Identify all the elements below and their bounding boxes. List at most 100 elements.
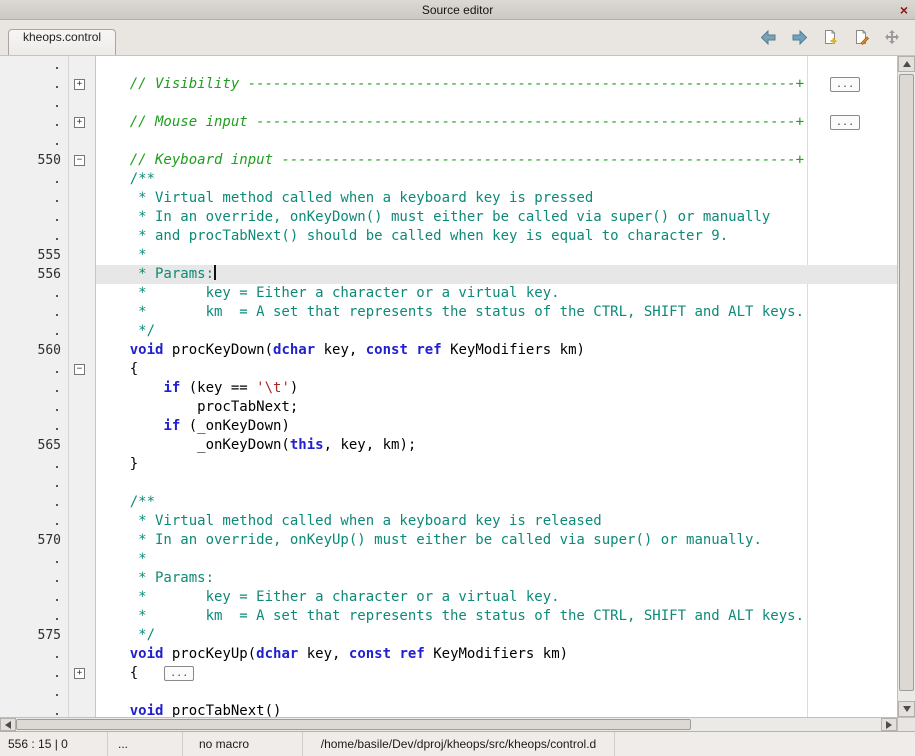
code-text[interactable]: * key = Either a character or a virtual … xyxy=(96,588,897,607)
fold-margin[interactable] xyxy=(68,265,96,284)
code-line[interactable]: .+ // Visibility -----------------------… xyxy=(0,75,897,94)
code-text[interactable] xyxy=(96,56,897,75)
code-line[interactable]: . */ xyxy=(0,322,897,341)
fold-margin[interactable] xyxy=(68,56,96,75)
fold-margin[interactable] xyxy=(68,417,96,436)
code-line[interactable]: .+ {... xyxy=(0,664,897,683)
code-line[interactable]: . xyxy=(0,683,897,702)
fold-margin[interactable] xyxy=(68,607,96,626)
fold-margin[interactable] xyxy=(68,303,96,322)
fold-ellipsis-badge[interactable]: ... xyxy=(164,666,194,681)
code-text[interactable]: * In an override, onKeyDown() must eithe… xyxy=(96,208,897,227)
tab-kheops-control[interactable]: kheops.control xyxy=(8,29,116,55)
code-line[interactable]: . xyxy=(0,474,897,493)
code-line[interactable]: . xyxy=(0,56,897,75)
code-line[interactable]: . void procKeyUp(dchar key, const ref Ke… xyxy=(0,645,897,664)
fold-margin[interactable] xyxy=(68,626,96,645)
code-line[interactable]: . * km = A set that represents the statu… xyxy=(0,303,897,322)
fold-margin[interactable] xyxy=(68,94,96,113)
fold-margin[interactable] xyxy=(68,550,96,569)
fold-margin[interactable] xyxy=(68,341,96,360)
fold-margin[interactable] xyxy=(68,645,96,664)
fold-toggle-icon[interactable]: − xyxy=(74,364,85,375)
code-text[interactable]: * Virtual method called when a keyboard … xyxy=(96,189,897,208)
document-edit-button[interactable] xyxy=(850,26,872,48)
code-text[interactable]: * Params: xyxy=(96,569,897,588)
fold-toggle-icon[interactable]: + xyxy=(74,117,85,128)
fold-ellipsis-badge[interactable]: ... xyxy=(830,77,860,92)
code-line[interactable]: 565 _onKeyDown(this, key, km); xyxy=(0,436,897,455)
vertical-scrollbar[interactable] xyxy=(897,56,915,717)
code-text[interactable] xyxy=(96,683,897,702)
code-line[interactable]: . if (_onKeyDown) xyxy=(0,417,897,436)
code-line[interactable]: . /** xyxy=(0,493,897,512)
code-text[interactable]: * km = A set that represents the status … xyxy=(96,607,897,626)
fold-margin[interactable] xyxy=(68,379,96,398)
horizontal-scroll-thumb[interactable] xyxy=(16,719,691,730)
scroll-down-button[interactable] xyxy=(898,701,915,717)
fold-margin[interactable] xyxy=(68,531,96,550)
code-line[interactable]: . void procTabNext() xyxy=(0,702,897,717)
scroll-left-button[interactable] xyxy=(0,718,16,731)
code-line[interactable]: . /** xyxy=(0,170,897,189)
fold-ellipsis-badge[interactable]: ... xyxy=(830,115,860,130)
fold-margin[interactable] xyxy=(68,493,96,512)
fold-margin[interactable]: − xyxy=(68,151,96,170)
code-text[interactable]: */ xyxy=(96,322,897,341)
code-text[interactable]: * key = Either a character or a virtual … xyxy=(96,284,897,303)
fold-margin[interactable] xyxy=(68,474,96,493)
fold-margin[interactable] xyxy=(68,132,96,151)
fold-margin[interactable]: + xyxy=(68,75,96,94)
code-line[interactable]: .− { xyxy=(0,360,897,379)
fold-margin[interactable]: + xyxy=(68,664,96,683)
code-text[interactable]: /** xyxy=(96,493,897,512)
code-line[interactable]: .+ // Mouse input ----------------------… xyxy=(0,113,897,132)
code-line[interactable]: 570 * In an override, onKeyUp() must eit… xyxy=(0,531,897,550)
fold-margin[interactable]: − xyxy=(68,360,96,379)
fold-margin[interactable] xyxy=(68,208,96,227)
fold-margin[interactable] xyxy=(68,227,96,246)
detach-button[interactable] xyxy=(881,26,903,48)
vertical-scroll-track[interactable] xyxy=(898,72,915,701)
code-line[interactable]: . * key = Either a character or a virtua… xyxy=(0,588,897,607)
scroll-right-button[interactable] xyxy=(881,718,897,731)
code-line[interactable]: . * xyxy=(0,550,897,569)
fold-margin[interactable] xyxy=(68,170,96,189)
fold-margin[interactable] xyxy=(68,398,96,417)
code-line[interactable]: . * key = Either a character or a virtua… xyxy=(0,284,897,303)
code-line[interactable]: . * Virtual method called when a keyboar… xyxy=(0,189,897,208)
fold-toggle-icon[interactable]: + xyxy=(74,79,85,90)
horizontal-scroll-track[interactable] xyxy=(16,718,881,731)
code-text[interactable]: * km = A set that represents the status … xyxy=(96,303,897,322)
code-text[interactable] xyxy=(96,132,897,151)
code-text[interactable]: if (_onKeyDown) xyxy=(96,417,897,436)
code-text[interactable]: if (key == '\t') xyxy=(96,379,897,398)
code-text[interactable]: void procKeyDown(dchar key, const ref Ke… xyxy=(96,341,897,360)
code-text[interactable] xyxy=(96,474,897,493)
fold-margin[interactable]: + xyxy=(68,113,96,132)
code-line[interactable]: 575 */ xyxy=(0,626,897,645)
code-line[interactable]: . * Params: xyxy=(0,569,897,588)
code-text[interactable]: * xyxy=(96,246,897,265)
fold-margin[interactable] xyxy=(68,322,96,341)
code-text[interactable]: _onKeyDown(this, key, km); xyxy=(96,436,897,455)
code-text[interactable]: // Keyboard input ----------------------… xyxy=(96,151,897,170)
code-line[interactable]: . * and procTabNext() should be called w… xyxy=(0,227,897,246)
code-line[interactable]: 560 void procKeyDown(dchar key, const re… xyxy=(0,341,897,360)
code-line[interactable]: . * In an override, onKeyDown() must eit… xyxy=(0,208,897,227)
code-line[interactable]: 550− // Keyboard input -----------------… xyxy=(0,151,897,170)
vertical-scroll-thumb[interactable] xyxy=(899,74,914,691)
editor-lines[interactable]: ..+ // Visibility ----------------------… xyxy=(0,56,897,717)
fold-margin[interactable] xyxy=(68,702,96,717)
code-line[interactable]: . * Virtual method called when a keyboar… xyxy=(0,512,897,531)
window-titlebar[interactable]: Source editor × xyxy=(0,0,915,20)
code-text[interactable]: * and procTabNext() should be called whe… xyxy=(96,227,897,246)
scroll-up-button[interactable] xyxy=(898,56,915,72)
code-text[interactable]: * Params: xyxy=(96,265,897,284)
code-text[interactable]: procTabNext; xyxy=(96,398,897,417)
horizontal-scrollbar[interactable] xyxy=(0,717,897,731)
code-text[interactable]: void procTabNext() xyxy=(96,702,897,717)
code-text[interactable]: { xyxy=(96,360,897,379)
code-text[interactable]: /** xyxy=(96,170,897,189)
document-add-button[interactable] xyxy=(819,26,841,48)
